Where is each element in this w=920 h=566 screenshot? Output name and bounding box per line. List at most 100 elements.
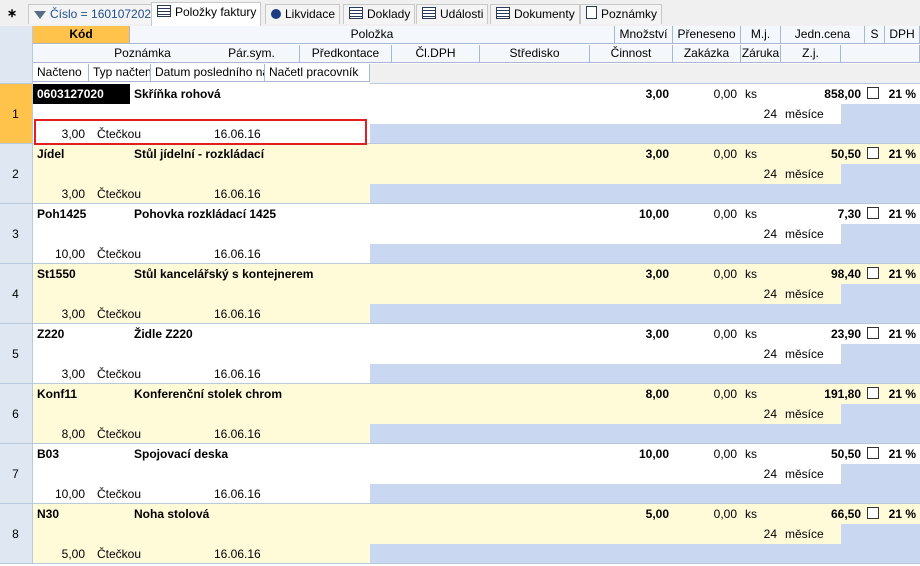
polozka-cell[interactable]: Stůl jídelní - rozkládací: [130, 144, 615, 164]
typ-nacteni-cell[interactable]: Čtečkou: [93, 244, 155, 264]
polozka-cell[interactable]: Stůl kancelářský s kontejnerem: [130, 264, 615, 284]
mnozstvi-cell[interactable]: 3,00: [615, 144, 673, 164]
col-nacetl-pracovnik[interactable]: Načetl pracovník: [265, 64, 370, 82]
nacteno-cell[interactable]: 5,00: [33, 544, 89, 564]
mnozstvi-cell[interactable]: 8,00: [615, 384, 673, 404]
col-datum-nacteni[interactable]: Datum posledního načtení: [151, 64, 265, 82]
s-checkbox-cell[interactable]: [865, 324, 885, 344]
preneseno-cell[interactable]: 0,00: [673, 264, 741, 284]
mnozstvi-cell[interactable]: 10,00: [615, 204, 673, 224]
zj-cell[interactable]: měsíce: [781, 344, 841, 364]
col-mnozstvi[interactable]: Množství: [615, 26, 673, 44]
nacteno-cell[interactable]: 10,00: [33, 484, 89, 504]
kod-cell[interactable]: Z220: [33, 324, 130, 344]
zaruka-cell[interactable]: 24: [741, 104, 781, 124]
polozka-cell[interactable]: Spojovací deska: [130, 444, 615, 464]
col-cinnost[interactable]: Činnost: [590, 45, 673, 63]
mj-cell[interactable]: ks: [741, 504, 781, 524]
zj-cell[interactable]: měsíce: [781, 284, 841, 304]
tab-udalosti[interactable]: Události: [416, 4, 489, 24]
preneseno-cell[interactable]: 0,00: [673, 444, 741, 464]
zj-cell[interactable]: měsíce: [781, 224, 841, 244]
row-indicator[interactable]: 7: [0, 444, 33, 504]
col-typ-nacteni[interactable]: Typ načtení: [89, 64, 151, 82]
mnozstvi-cell[interactable]: 10,00: [615, 444, 673, 464]
dph-cell[interactable]: 21 %: [885, 204, 920, 224]
row-indicator[interactable]: 3: [0, 204, 33, 264]
zj-cell[interactable]: měsíce: [781, 104, 841, 124]
cena-cell[interactable]: 858,00: [781, 84, 865, 104]
col-stredisko[interactable]: Středisko: [480, 45, 590, 63]
preneseno-cell[interactable]: 0,00: [673, 144, 741, 164]
mj-cell[interactable]: ks: [741, 264, 781, 284]
dph-cell[interactable]: 21 %: [885, 504, 920, 524]
preneseno-cell[interactable]: 0,00: [673, 204, 741, 224]
s-checkbox[interactable]: [867, 147, 879, 159]
tab-poznamky[interactable]: Poznámky: [580, 4, 663, 24]
row-indicator[interactable]: 2: [0, 144, 33, 204]
datum-nacteni-cell[interactable]: 16.06.16: [210, 544, 270, 564]
typ-nacteni-cell[interactable]: Čtečkou: [93, 424, 155, 444]
mj-cell[interactable]: ks: [741, 84, 781, 104]
dph-cell[interactable]: 21 %: [885, 324, 920, 344]
typ-nacteni-cell[interactable]: Čtečkou: [93, 544, 155, 564]
col-nacteno[interactable]: Načteno: [33, 64, 89, 82]
col-zj[interactable]: Z.j.: [781, 45, 841, 63]
s-checkbox[interactable]: [867, 267, 879, 279]
zaruka-cell[interactable]: 24: [741, 404, 781, 424]
col-predkontace[interactable]: Předkontace: [300, 45, 392, 63]
datum-nacteni-cell[interactable]: 16.06.16: [210, 364, 270, 384]
typ-nacteni-cell[interactable]: Čtečkou: [93, 304, 155, 324]
cena-cell[interactable]: 7,30: [781, 204, 865, 224]
mnozstvi-cell[interactable]: 5,00: [615, 504, 673, 524]
s-checkbox[interactable]: [867, 327, 879, 339]
zj-cell[interactable]: měsíce: [781, 524, 841, 544]
polozka-cell[interactable]: Židle Z220: [130, 324, 615, 344]
mj-cell[interactable]: ks: [741, 204, 781, 224]
mj-cell[interactable]: ks: [741, 324, 781, 344]
col-mj[interactable]: M.j.: [741, 26, 781, 44]
s-checkbox[interactable]: [867, 387, 879, 399]
col-zaruka[interactable]: Záruka: [741, 45, 781, 63]
cena-cell[interactable]: 50,50: [781, 444, 865, 464]
s-checkbox[interactable]: [867, 447, 879, 459]
cena-cell[interactable]: 50,50: [781, 144, 865, 164]
kod-cell[interactable]: B03: [33, 444, 130, 464]
s-checkbox-cell[interactable]: [865, 204, 885, 224]
mnozstvi-cell[interactable]: 3,00: [615, 324, 673, 344]
col-s[interactable]: S: [865, 26, 885, 44]
zaruka-cell[interactable]: 24: [741, 464, 781, 484]
nacteno-cell[interactable]: 3,00: [33, 304, 89, 324]
dph-cell[interactable]: 21 %: [885, 144, 920, 164]
kod-cell[interactable]: St1550: [33, 264, 130, 284]
s-checkbox-cell[interactable]: [865, 504, 885, 524]
dph-cell[interactable]: 21 %: [885, 444, 920, 464]
mj-cell[interactable]: ks: [741, 384, 781, 404]
zaruka-cell[interactable]: 24: [741, 344, 781, 364]
cena-cell[interactable]: 23,90: [781, 324, 865, 344]
mnozstvi-cell[interactable]: 3,00: [615, 84, 673, 104]
tab-polozky-faktury[interactable]: Položky faktury: [151, 2, 262, 26]
zj-cell[interactable]: měsíce: [781, 464, 841, 484]
s-checkbox-cell[interactable]: [865, 144, 885, 164]
dph-cell[interactable]: 21 %: [885, 264, 920, 284]
nacteno-cell[interactable]: 8,00: [33, 424, 89, 444]
cena-cell[interactable]: 191,80: [781, 384, 865, 404]
col-jedn-cena[interactable]: Jedn.cena: [781, 26, 865, 44]
dph-cell[interactable]: 21 %: [885, 84, 920, 104]
cena-cell[interactable]: 98,40: [781, 264, 865, 284]
nacteno-cell[interactable]: 10,00: [33, 244, 89, 264]
polozka-cell[interactable]: Konferenční stolek chrom: [130, 384, 615, 404]
datum-nacteni-cell[interactable]: 16.06.16: [210, 484, 270, 504]
dph-cell[interactable]: 21 %: [885, 384, 920, 404]
tab-doklady[interactable]: Doklady: [343, 4, 416, 24]
preneseno-cell[interactable]: 0,00: [673, 504, 741, 524]
typ-nacteni-cell[interactable]: Čtečkou: [93, 184, 155, 204]
preneseno-cell[interactable]: 0,00: [673, 384, 741, 404]
preneseno-cell[interactable]: 0,00: [673, 324, 741, 344]
tab-dokumenty[interactable]: Dokumenty: [490, 4, 580, 24]
s-checkbox[interactable]: [867, 87, 879, 99]
zj-cell[interactable]: měsíce: [781, 164, 841, 184]
kod-cell[interactable]: Konf11: [33, 384, 130, 404]
col-kod[interactable]: Kód: [33, 26, 130, 44]
